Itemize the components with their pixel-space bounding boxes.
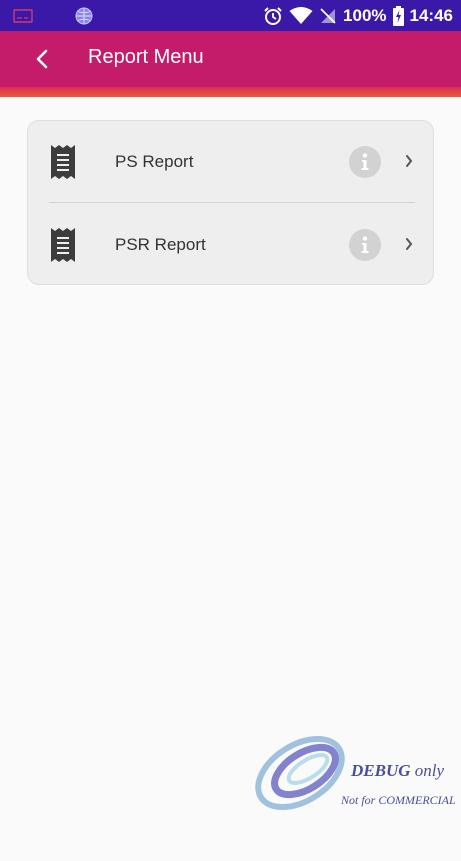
menu-item-label: PSR Report bbox=[115, 235, 206, 254]
status-left bbox=[13, 7, 93, 25]
app-bar: Report Menu bbox=[0, 31, 461, 87]
signal-off-icon bbox=[319, 7, 337, 25]
divider bbox=[49, 202, 415, 203]
debug-watermark: DEBUG only Not for COMMERCIAL bbox=[253, 735, 461, 815]
info-icon bbox=[361, 153, 369, 170]
battery-charging-icon bbox=[392, 5, 404, 26]
watermark-subtext: Not for COMMERCIAL bbox=[341, 793, 456, 807]
report-menu-card: PS Report PSR Report bbox=[27, 120, 434, 285]
receipt-icon bbox=[51, 145, 75, 179]
watermark-logo-icon bbox=[255, 735, 345, 811]
info-icon bbox=[361, 236, 369, 253]
status-right: 100% 14:46 bbox=[263, 0, 453, 31]
info-button[interactable] bbox=[349, 146, 381, 178]
receipt-icon bbox=[51, 228, 75, 262]
watermark-debug-text: DEBUG only bbox=[351, 761, 445, 780]
clock: 14:46 bbox=[409, 5, 453, 25]
back-button[interactable] bbox=[28, 45, 56, 73]
info-button[interactable] bbox=[349, 229, 381, 261]
card-notification-icon bbox=[13, 9, 33, 23]
wifi-icon bbox=[289, 6, 313, 25]
chevron-right-icon bbox=[406, 155, 413, 167]
battery-percent: 100% bbox=[343, 5, 387, 25]
status-bar: 100% 14:46 bbox=[0, 0, 461, 31]
menu-item-label: PS Report bbox=[115, 152, 194, 171]
menu-item-ps-report[interactable]: PS Report bbox=[28, 121, 435, 203]
chevron-left-icon bbox=[36, 49, 48, 69]
menu-item-psr-report[interactable]: PSR Report bbox=[28, 204, 435, 286]
globe-notification-icon bbox=[75, 7, 93, 25]
alarm-icon bbox=[263, 6, 283, 26]
app-bar-accent-stripe bbox=[0, 87, 461, 97]
page-title: Report Menu bbox=[88, 46, 204, 68]
chevron-right-icon bbox=[406, 238, 413, 250]
